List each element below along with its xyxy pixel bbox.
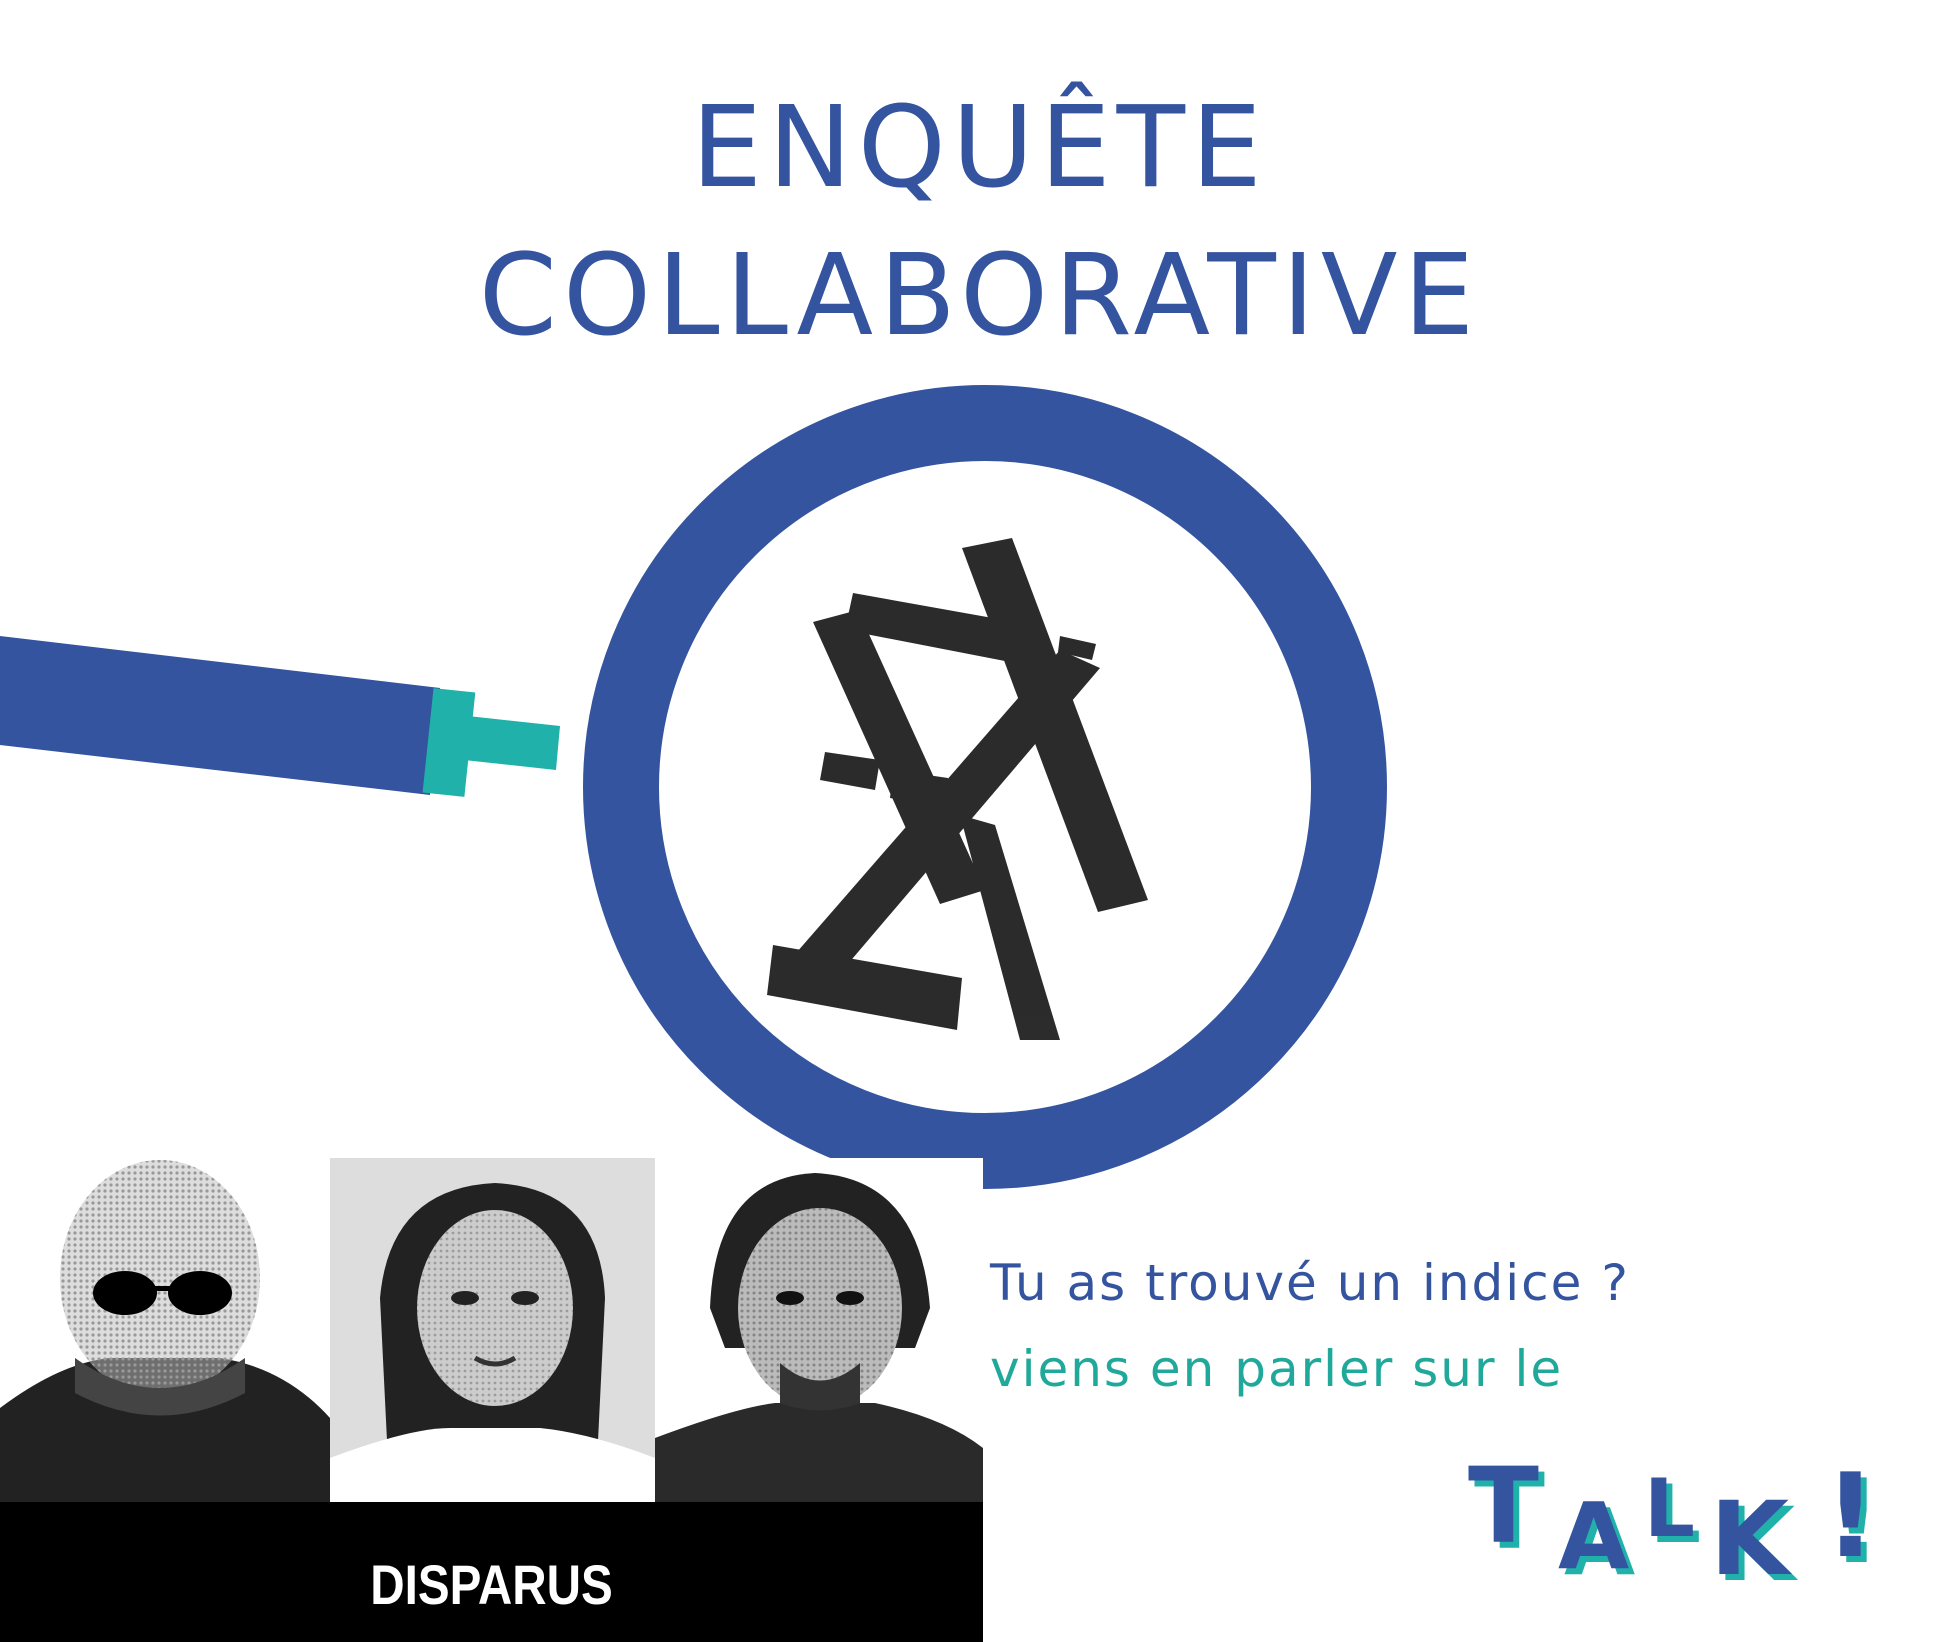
magnifier-handle [0, 636, 440, 795]
talk-letter-k: K [1710, 1480, 1793, 1599]
photo-man-beard [655, 1158, 983, 1502]
caption-bar: DISPARUS [0, 1502, 983, 1642]
photo-woman [330, 1158, 655, 1502]
talk-letter-l: L [1644, 1462, 1695, 1555]
talk-letter-a: A [1558, 1483, 1629, 1590]
magnifier-neck [464, 716, 560, 770]
missing-persons-photos [0, 1158, 983, 1502]
caption-disparus: DISPARUS [370, 1553, 613, 1616]
talk-letter-t: T [1468, 1445, 1539, 1567]
talk-link[interactable]: T T A A L L K K ! ! [1460, 1430, 1900, 1620]
photo-man-sunglasses [0, 1158, 330, 1502]
tagline-question: Tu as trouvé un indice ? [990, 1254, 1630, 1312]
tagline-invite: viens en parler sur le [990, 1340, 1564, 1398]
talk-exclaim: ! [1824, 1449, 1877, 1584]
